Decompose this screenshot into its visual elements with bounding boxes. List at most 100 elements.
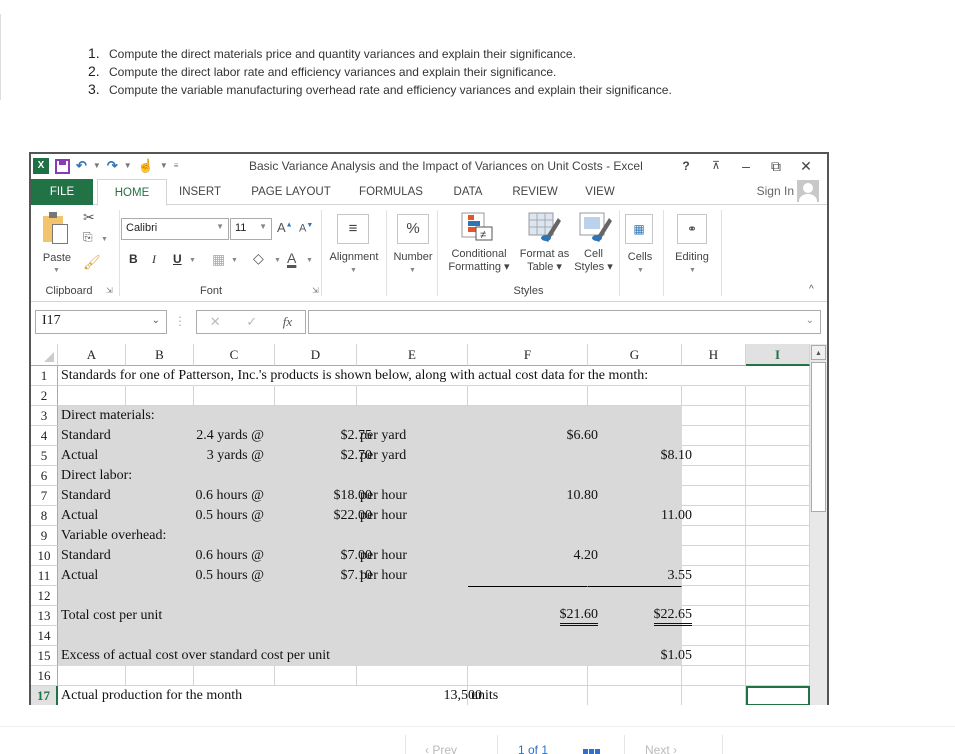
cell-d9[interactable] (275, 526, 357, 546)
undo-dropdown-icon[interactable]: ▼ (93, 157, 101, 175)
tab-file[interactable]: FILE (31, 179, 93, 205)
touch-mode-icon[interactable]: ☝ (138, 157, 154, 175)
cell-c13[interactable] (194, 606, 275, 626)
cell-c2[interactable] (194, 386, 275, 406)
cell-f9[interactable] (468, 526, 588, 546)
cancel-icon[interactable]: ✕ (210, 314, 221, 330)
row-header[interactable]: 12 (31, 586, 58, 606)
cell-i4[interactable] (746, 426, 810, 446)
cell-b2[interactable] (126, 386, 194, 406)
editing-dropdown-icon[interactable]: ▼ (689, 267, 696, 274)
cell-c9[interactable] (194, 526, 275, 546)
row-header[interactable]: 1 (31, 366, 58, 386)
cell-i5[interactable] (746, 446, 810, 466)
cell-d12[interactable] (275, 586, 357, 606)
cell-e16[interactable] (357, 666, 468, 686)
cell-f10[interactable] (468, 546, 588, 566)
column-header-g[interactable]: G (588, 344, 682, 366)
collapse-ribbon-icon[interactable]: ^ (809, 284, 814, 295)
conditional-formatting-icon[interactable]: ≠ (461, 212, 495, 242)
cells-dropdown-icon[interactable]: ▼ (637, 267, 644, 274)
cell-i3[interactable] (746, 406, 810, 426)
cell-f16[interactable] (468, 666, 588, 686)
cell-a16[interactable] (58, 666, 126, 686)
cell-b16[interactable] (126, 666, 194, 686)
cell-d2[interactable] (275, 386, 357, 406)
cell-h10[interactable] (682, 546, 746, 566)
cell-c12[interactable] (194, 586, 275, 606)
borders-dropdown-icon[interactable]: ▼ (231, 257, 238, 264)
cell-b4[interactable] (126, 426, 194, 446)
row-header[interactable]: 11 (31, 566, 58, 586)
cell-e14[interactable] (357, 626, 468, 646)
cell-g7[interactable] (588, 486, 682, 506)
cell-d17[interactable] (275, 686, 357, 705)
cell-h2[interactable] (682, 386, 746, 406)
save-icon[interactable] (55, 158, 70, 174)
paste-dropdown-icon[interactable]: ▼ (53, 267, 60, 274)
chevron-down-icon[interactable]: ▼ (216, 222, 224, 231)
vertical-scrollbar[interactable]: ▲ (810, 344, 827, 705)
column-header-h[interactable]: H (682, 344, 746, 366)
excel-icon[interactable]: X (33, 158, 49, 174)
row-header[interactable]: 6 (31, 466, 58, 486)
row-header[interactable]: 8 (31, 506, 58, 526)
alignment-icon[interactable]: ≡ (337, 214, 369, 244)
format-painter-icon[interactable]: 🖌 (83, 254, 101, 271)
alignment-dropdown-icon[interactable]: ▼ (350, 267, 357, 274)
tab-review[interactable]: REVIEW (505, 179, 565, 205)
row-header[interactable]: 16 (31, 666, 58, 686)
cell-e12[interactable] (357, 586, 468, 606)
cell-b10[interactable] (126, 546, 194, 566)
expand-formula-bar-icon[interactable]: ⌄ (806, 315, 814, 326)
cell-f11[interactable] (468, 566, 588, 586)
scrollbar-thumb[interactable] (811, 362, 826, 512)
cell-g17[interactable] (588, 686, 682, 705)
redo-dropdown-icon[interactable]: ▼ (124, 157, 132, 175)
copy-dropdown-icon[interactable]: ▼ (101, 236, 108, 243)
number-format-icon[interactable]: % (397, 214, 429, 244)
row-header[interactable]: 4 (31, 426, 58, 446)
cell-styles-icon[interactable] (579, 212, 613, 242)
cells-icon[interactable]: ▦ (625, 214, 653, 244)
cell-g14[interactable] (588, 626, 682, 646)
cell-c6[interactable] (194, 466, 275, 486)
cell-g16[interactable] (588, 666, 682, 686)
font-color-icon[interactable]: A (287, 250, 296, 266)
avatar-icon[interactable] (797, 180, 819, 202)
cell-i16[interactable] (746, 666, 810, 686)
alignment-button[interactable]: Alignment (325, 251, 383, 264)
cell-e15[interactable] (357, 646, 468, 666)
cell-i1[interactable] (746, 366, 810, 386)
paste-button[interactable]: Paste (41, 252, 73, 265)
touch-dropdown-icon[interactable]: ▼ (160, 157, 168, 175)
chevron-down-icon[interactable]: ▼ (259, 222, 267, 231)
column-header-e[interactable]: E (357, 344, 468, 366)
enter-check-icon[interactable]: ✓ (246, 314, 257, 330)
help-icon[interactable]: ? (671, 156, 701, 176)
cell-i6[interactable] (746, 466, 810, 486)
cell-e2[interactable] (357, 386, 468, 406)
font-color-dropdown-icon[interactable]: ▼ (306, 257, 313, 264)
cell-h3[interactable] (682, 406, 746, 426)
cell-b8[interactable] (126, 506, 194, 526)
cell-g10[interactable] (588, 546, 682, 566)
chevron-down-icon[interactable]: ⌄ (152, 315, 160, 326)
redo-icon[interactable]: ↷ (107, 157, 118, 175)
minimize-icon[interactable]: – (731, 156, 761, 176)
customize-qat-icon[interactable]: ≡ (174, 157, 179, 175)
column-header-b[interactable]: B (126, 344, 194, 366)
increase-font-icon[interactable]: A▲ (277, 220, 293, 235)
font-size-input[interactable]: 11 ▼ (230, 218, 272, 240)
cell-h17[interactable] (682, 686, 746, 705)
cell-d3[interactable] (275, 406, 357, 426)
cell-f6[interactable] (468, 466, 588, 486)
cell-i8[interactable] (746, 506, 810, 526)
cell-c14[interactable] (194, 626, 275, 646)
tab-page-layout[interactable]: PAGE LAYOUT (241, 179, 341, 205)
column-header-d[interactable]: D (275, 344, 357, 366)
undo-icon[interactable]: ↶ (76, 157, 87, 175)
next-button[interactable]: Next › (645, 743, 677, 754)
cell-b7[interactable] (126, 486, 194, 506)
bold-button[interactable]: B (129, 252, 138, 266)
